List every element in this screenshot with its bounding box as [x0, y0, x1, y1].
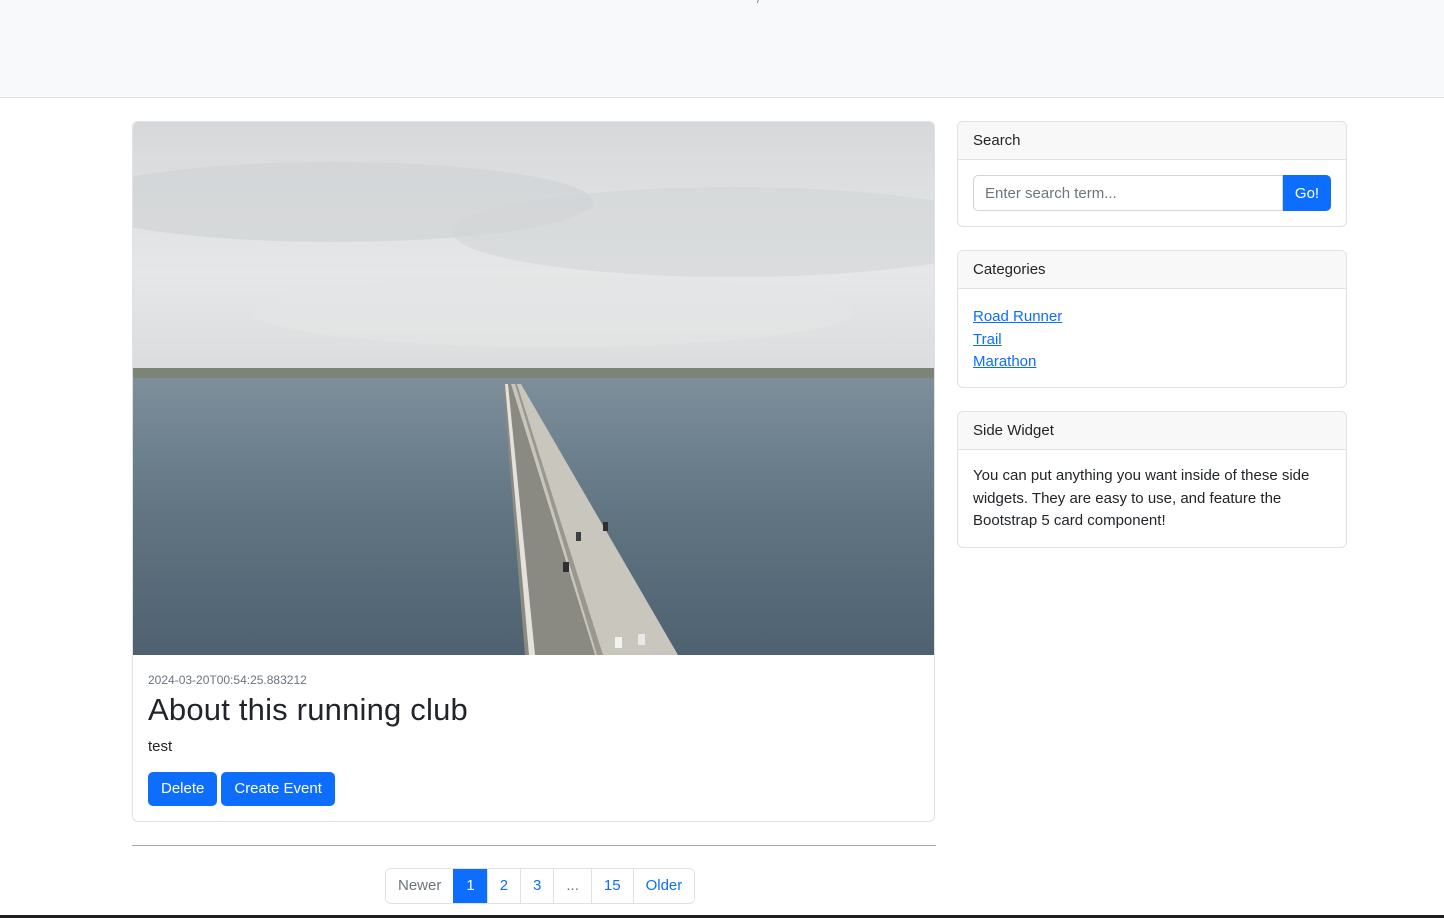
section-divider — [132, 845, 936, 846]
delete-button[interactable]: Delete — [148, 772, 218, 806]
page-older[interactable]: Older — [632, 869, 695, 903]
search-widget-header: Search — [958, 122, 1346, 160]
category-item: Marathon — [973, 351, 1331, 374]
category-link-trail[interactable]: Trail — [973, 331, 1002, 348]
post-excerpt: test — [148, 738, 173, 755]
search-input[interactable] — [973, 175, 1283, 211]
search-go-button[interactable]: Go! — [1283, 175, 1331, 211]
side-widget-text: You can put anything you want inside of … — [973, 467, 1310, 529]
category-link-road-runner[interactable]: Road Runner — [973, 308, 1062, 325]
side-widget: Side Widget You can put anything you wan… — [957, 411, 1347, 548]
search-widget: Search Go! — [957, 121, 1347, 227]
page-2[interactable]: 2 — [486, 869, 521, 903]
category-link-marathon[interactable]: Marathon — [973, 353, 1036, 370]
post-date: 2024-03-20T00:54:25.883212 — [148, 673, 307, 687]
post-actions: Delete Create Event — [148, 772, 919, 806]
search-group: Go! — [973, 175, 1331, 211]
navbar-fragment: / — [757, 0, 761, 6]
category-item: Road Runner — [973, 306, 1331, 329]
navbar: / — [0, 0, 1444, 98]
post-image[interactable] — [133, 122, 934, 655]
page-15[interactable]: 15 — [590, 869, 633, 903]
categories-widget: Categories Road Runner Trail Marathon — [957, 250, 1347, 388]
category-item: Trail — [973, 329, 1331, 352]
page-newer[interactable]: Newer — [386, 869, 454, 903]
page-1[interactable]: 1 — [453, 869, 487, 903]
categories-widget-header: Categories — [958, 251, 1346, 289]
create-event-button[interactable]: Create Event — [221, 772, 335, 806]
post-title: About this running club — [148, 692, 468, 727]
pagination: Newer 1 2 3 ... 15 Older — [385, 868, 696, 904]
side-widget-header: Side Widget — [958, 412, 1346, 450]
category-list: Road Runner Trail Marathon — [973, 304, 1331, 374]
page-ellipsis: ... — [553, 869, 591, 903]
featured-post-card: 2024-03-20T00:54:25.883212 About this ru… — [132, 121, 935, 822]
page-3[interactable]: 3 — [520, 869, 554, 903]
